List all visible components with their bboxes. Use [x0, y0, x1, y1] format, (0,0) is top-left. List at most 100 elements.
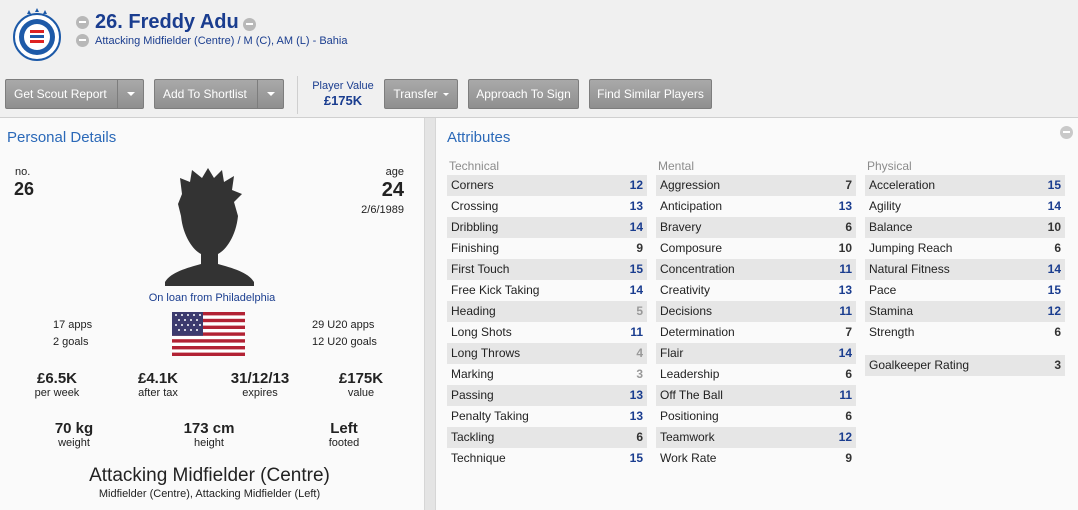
attribute-row[interactable]: Long Throws 4 — [447, 343, 647, 364]
attribute-row[interactable]: Tackling 6 — [447, 427, 647, 448]
attribute-value: 13 — [629, 388, 643, 402]
goals-count: 2 goals — [53, 336, 89, 348]
attribute-row[interactable]: Determination 7 — [656, 322, 856, 343]
attribute-name: Crossing — [451, 199, 499, 213]
attribute-row[interactable]: Penalty Taking 13 — [447, 406, 647, 427]
dropdown-arrow-icon[interactable] — [117, 80, 143, 108]
dropdown-arrow-icon[interactable] — [257, 80, 283, 108]
attribute-value: 11 — [839, 262, 852, 276]
goalkeeper-rating-row[interactable]: Goalkeeper Rating 3 — [865, 355, 1065, 376]
height-label: height — [194, 437, 224, 449]
attribute-row[interactable]: Leadership 6 — [656, 364, 856, 385]
approach-to-sign-button[interactable]: Approach To Sign — [468, 79, 579, 109]
attribute-row[interactable]: Stamina 12 — [865, 301, 1065, 322]
attribute-name: Off The Ball — [660, 388, 723, 402]
attribute-name: Natural Fitness — [869, 262, 950, 276]
attribute-row[interactable]: Aggression 7 — [656, 175, 856, 196]
attribute-row[interactable]: Heading 5 — [447, 301, 647, 322]
attribute-value: 5 — [636, 304, 643, 318]
attribute-row[interactable]: Finishing 9 — [447, 238, 647, 259]
attribute-row[interactable]: Bravery 6 — [656, 217, 856, 238]
attribute-name: Acceleration — [869, 178, 936, 192]
options-icon[interactable] — [1060, 126, 1073, 139]
attribute-name: Bravery — [660, 220, 702, 234]
similar-label: Find Similar Players — [597, 87, 704, 101]
technical-column: Technical Corners 12 Crossing 13 Dribbling 14… — [447, 158, 647, 469]
attribute-value: 14 — [838, 346, 852, 360]
mental-column: Mental Aggression 7 Anticipation 13 Bravery 6… — [656, 158, 856, 469]
attribute-row[interactable]: Natural Fitness 14 — [865, 259, 1065, 280]
attribute-name: Leadership — [660, 367, 720, 381]
attribute-name: First Touch — [451, 262, 510, 276]
approach-label: Approach To Sign — [476, 87, 571, 101]
attribute-row[interactable]: Strength 6 — [865, 322, 1065, 343]
scout-report-button[interactable]: Get Scout Report — [5, 79, 144, 109]
attribute-value: 14 — [1047, 262, 1061, 276]
attribute-row[interactable]: Crossing 13 — [447, 196, 647, 217]
attribute-name: Pace — [869, 283, 897, 297]
attribute-name: Corners — [451, 178, 494, 192]
usa-flag-icon[interactable] — [172, 312, 245, 356]
attribute-name: Finishing — [451, 241, 500, 255]
attribute-name: Aggression — [660, 178, 721, 192]
toolbar: Get Scout Report Add To Shortlist Player… — [0, 72, 1078, 118]
other-positions: Midfielder (Centre), Attacking Midfielde… — [98, 488, 321, 500]
attribute-row[interactable]: Jumping Reach 6 — [865, 238, 1065, 259]
attribute-row[interactable]: Free Kick Taking 14 — [447, 280, 647, 301]
collapse-icon[interactable] — [76, 34, 89, 47]
attribute-row[interactable]: Balance 10 — [865, 217, 1065, 238]
attribute-name: Marking — [451, 367, 494, 381]
attribute-value: 6 — [845, 409, 852, 423]
add-to-shortlist-button[interactable]: Add To Shortlist — [154, 79, 284, 109]
attribute-value: 14 — [1047, 199, 1061, 213]
attribute-row[interactable]: Creativity 13 — [656, 280, 856, 301]
attribute-row[interactable]: Off The Ball 11 — [656, 385, 856, 406]
column-header: Technical — [449, 159, 500, 173]
transfer-button[interactable]: Transfer — [384, 79, 458, 109]
collapse-icon[interactable] — [76, 16, 89, 29]
attribute-name: Teamwork — [660, 430, 715, 444]
attribute-row[interactable]: Flair 14 — [656, 343, 856, 364]
attribute-name: Decisions — [660, 304, 713, 318]
name-menu-icon[interactable] — [243, 18, 256, 31]
physical-column: Physical Acceleration 15 Agility 14 Balance 1… — [865, 158, 1065, 376]
attribute-row[interactable]: Long Shots 11 — [447, 322, 647, 343]
attribute-name: Long Shots — [451, 325, 512, 339]
attribute-row[interactable]: Teamwork 12 — [656, 427, 856, 448]
loan-info-link[interactable]: On loan from Philadelphia — [0, 292, 424, 304]
attribute-value: 10 — [838, 241, 852, 255]
attribute-row[interactable]: Passing 13 — [447, 385, 647, 406]
attribute-name: Work Rate — [660, 451, 717, 465]
squad-number: 26 — [14, 179, 35, 199]
attribute-value: 12 — [629, 178, 643, 192]
attribute-name: Long Throws — [451, 346, 521, 360]
attribute-value: 6 — [845, 367, 852, 381]
attribute-name: Technique — [451, 451, 506, 465]
chevron-down-icon — [442, 93, 449, 97]
attribute-row[interactable]: Dribbling 14 — [447, 217, 647, 238]
attribute-row[interactable]: Concentration 11 — [656, 259, 856, 280]
attribute-value: 11 — [839, 304, 852, 318]
find-similar-players-button[interactable]: Find Similar Players — [589, 79, 712, 109]
attribute-row[interactable]: First Touch 15 — [447, 259, 647, 280]
panel-splitter[interactable] — [424, 118, 436, 510]
attribute-row[interactable]: Pace 15 — [865, 280, 1065, 301]
attribute-value: 9 — [845, 451, 852, 465]
attribute-row[interactable]: Marking 3 — [447, 364, 647, 385]
attribute-row[interactable]: Corners 12 — [447, 175, 647, 196]
attribute-row[interactable]: Technique 15 — [447, 448, 647, 469]
preferred-foot-label: footed — [328, 437, 360, 449]
attribute-row[interactable]: Agility 14 — [865, 196, 1065, 217]
attribute-row[interactable]: Composure 10 — [656, 238, 856, 259]
attribute-name: Strength — [869, 325, 915, 339]
attribute-row[interactable]: Decisions 11 — [656, 301, 856, 322]
attribute-row[interactable]: Acceleration 15 — [865, 175, 1065, 196]
attribute-row[interactable]: Work Rate 9 — [656, 448, 856, 469]
after-tax-label: after tax — [138, 387, 178, 399]
club-crest-icon — [13, 8, 61, 61]
attribute-row[interactable]: Anticipation 13 — [656, 196, 856, 217]
toolbar-divider — [297, 76, 298, 114]
column-header: Physical — [867, 159, 912, 173]
contract-expiry-label: expires — [242, 387, 278, 399]
attribute-row[interactable]: Positioning 6 — [656, 406, 856, 427]
